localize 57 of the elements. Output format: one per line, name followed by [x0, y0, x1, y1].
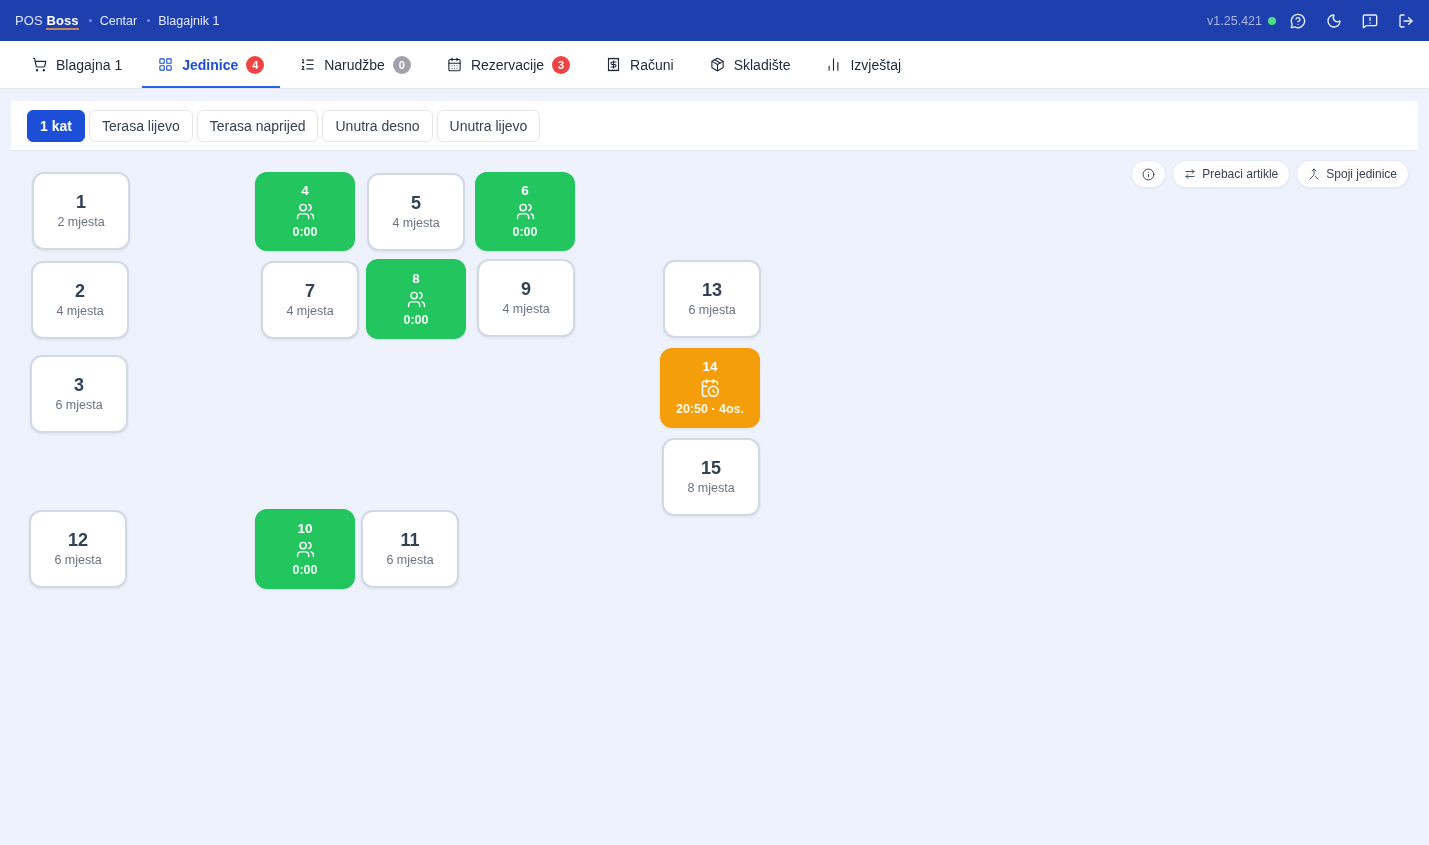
table-card[interactable]: 12 6 mjesta	[29, 510, 127, 588]
count-badge: 4	[246, 55, 265, 74]
floor-tab[interactable]: Unutra lijevo	[436, 110, 541, 142]
people-icon	[515, 202, 535, 221]
nav-tab[interactable]: Jedinice 4	[142, 41, 281, 88]
floor-tab[interactable]: Unutra desno	[322, 110, 433, 142]
separator-dot-icon	[88, 19, 92, 22]
info-icon	[1142, 167, 1156, 181]
box-icon	[709, 57, 725, 72]
floor-tab[interactable]: Terasa naprijed	[196, 110, 319, 142]
count-badge: 0	[392, 55, 411, 74]
nav-tab[interactable]: Narudžbe 0	[284, 41, 427, 88]
nav-tab[interactable]: Rezervacije 3	[430, 41, 587, 88]
separator-dot-icon	[147, 19, 151, 22]
table-card[interactable]: 11 6 mjesta	[361, 510, 459, 588]
logout-button[interactable]	[1398, 12, 1414, 29]
table-card[interactable]: 9 4 mjesta	[477, 259, 575, 337]
table-card[interactable]: 15 8 mjesta	[662, 438, 760, 516]
nav-tab[interactable]: Računi	[590, 41, 690, 88]
people-icon	[295, 539, 315, 559]
table-card[interactable]: 1 2 mjesta	[32, 172, 130, 250]
merge-arrow-icon	[1308, 168, 1321, 180]
app-logo: POS Boss	[15, 13, 79, 28]
nav-tab[interactable]: Blagajna 1	[16, 41, 139, 88]
dark-mode-button[interactable]	[1326, 12, 1342, 29]
calendar-clock-icon	[700, 378, 720, 398]
count-badge: 3	[552, 55, 571, 74]
help-icon	[1290, 12, 1306, 29]
grid-icon	[158, 57, 174, 72]
version-label: v1.25.421	[1207, 13, 1262, 28]
feedback-button[interactable]	[1362, 12, 1378, 29]
people-icon	[295, 202, 315, 221]
floor-tab[interactable]: Terasa lijevo	[88, 110, 193, 142]
action-button[interactable]: Prebaci artikle	[1172, 160, 1291, 188]
breadcrumb-item: Centar	[99, 13, 138, 28]
table-card[interactable]: 3 6 mjesta	[30, 355, 128, 433]
nav-tab[interactable]: Izvještaj	[810, 41, 918, 88]
breadcrumb-item: Blagajnik 1	[158, 13, 220, 28]
help-chat-button[interactable]	[1290, 12, 1306, 29]
cart-icon	[32, 57, 47, 72]
table-card[interactable]: 7 4 mjesta	[261, 261, 359, 339]
action-button[interactable]: Spoji jedinice	[1296, 160, 1409, 188]
swap-arrows-icon	[1184, 168, 1197, 180]
table-card[interactable]: 13 6 mjesta	[663, 260, 761, 338]
table-card[interactable]: 2 4 mjesta	[31, 261, 129, 339]
list-icon	[300, 57, 316, 72]
receipt-icon	[606, 57, 622, 72]
info-button[interactable]	[1131, 160, 1167, 188]
table-card[interactable]: 5 4 mjesta	[367, 173, 465, 251]
nav-tab[interactable]: Skladište	[693, 41, 807, 88]
floor-tab[interactable]: 1 kat	[27, 110, 85, 142]
calendar-icon	[446, 57, 462, 72]
moon-icon	[1326, 12, 1342, 29]
logout-icon	[1398, 12, 1414, 29]
message-alert-icon	[1362, 12, 1378, 29]
bar-chart-icon	[826, 57, 842, 72]
people-icon	[406, 289, 426, 309]
